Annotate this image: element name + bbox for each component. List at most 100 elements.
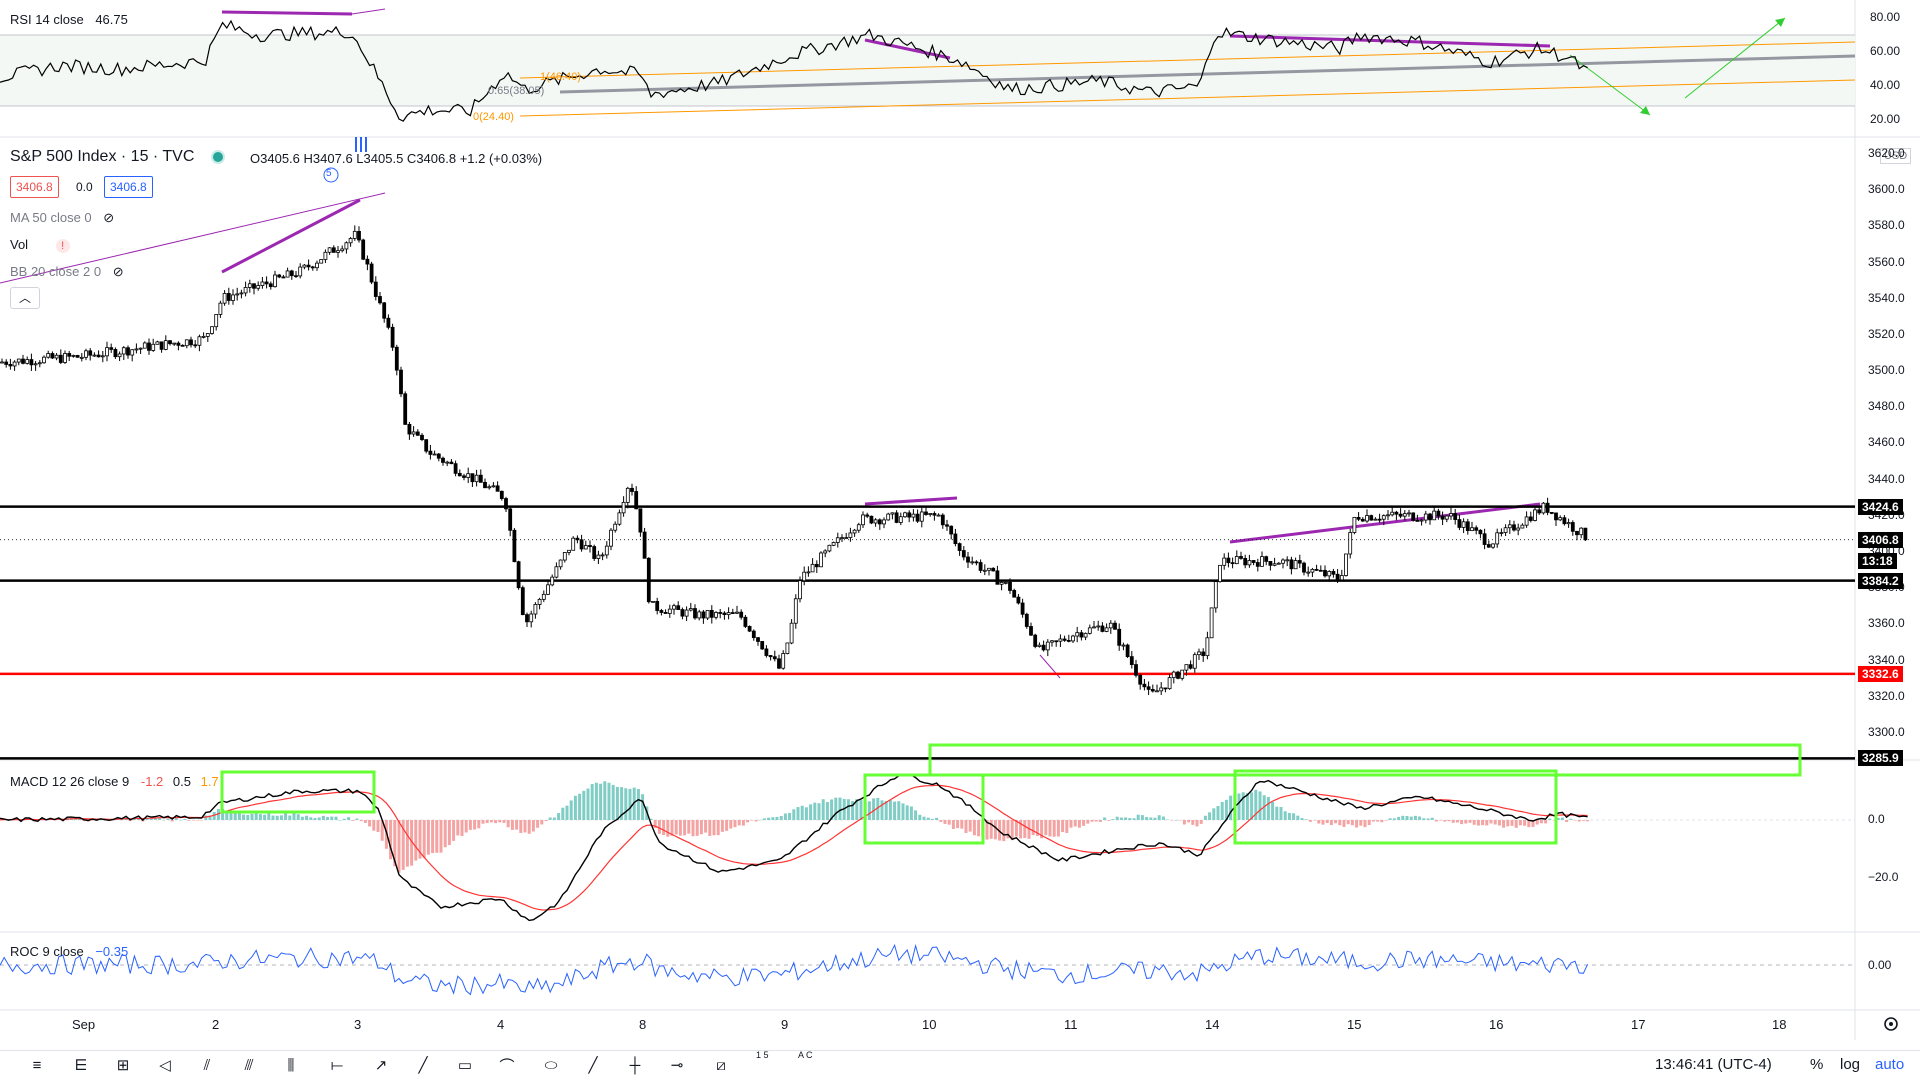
candle-body	[441, 457, 445, 463]
macd-hist-bar	[1212, 808, 1216, 820]
macd-hist-bar	[447, 820, 451, 846]
xabcd-pattern-tool-icon[interactable]: ⧄	[708, 1052, 734, 1078]
time-axis-label: 10	[922, 1017, 937, 1032]
warning-icon[interactable]: !	[55, 239, 70, 253]
candle-body	[415, 431, 420, 436]
pitchfork-tool-icon[interactable]: ⋿	[68, 1052, 94, 1078]
candle-body	[1184, 664, 1189, 671]
macd-axis-label: 0.0	[1868, 812, 1885, 826]
macd-hist-bar	[729, 820, 733, 829]
collapse-chevron-up-icon[interactable]: ︿	[10, 287, 40, 309]
candle-body	[1512, 524, 1516, 531]
path-tool-icon[interactable]: ⌒	[494, 1052, 520, 1078]
candle-body	[1562, 517, 1567, 525]
ellipse-tool-icon[interactable]: ⬭	[538, 1052, 564, 1078]
macd-hist-bar	[1178, 820, 1182, 821]
candle-body	[491, 485, 496, 488]
log-toggle[interactable]: log	[1840, 1056, 1860, 1073]
candle-body	[525, 614, 529, 623]
candle-body	[1524, 516, 1529, 526]
macd-hist-bar	[1523, 820, 1527, 826]
macd-hist-bar	[405, 820, 409, 867]
ma-legend[interactable]: MA 50 close 0 ⊘	[10, 210, 114, 226]
symbol-title[interactable]: S&P 500 Index · 15 · TVC	[10, 148, 225, 166]
candle-body	[1528, 516, 1533, 521]
candle-body	[310, 266, 315, 269]
hide-eye-icon[interactable]: ⊘	[103, 210, 114, 225]
horizontal-line-tool-icon[interactable]: ⊸	[664, 1052, 690, 1078]
sell-button[interactable]: 3406.8	[10, 176, 59, 198]
macd-hist-bar	[254, 812, 258, 820]
candle-body	[399, 369, 403, 395]
clock[interactable]: 13:46:41 (UTC-4)	[1655, 1056, 1772, 1073]
price-divergence-line	[1229, 502, 1541, 544]
candle-body	[1302, 562, 1306, 573]
candle-body	[210, 326, 214, 334]
macd-hist-bar	[309, 817, 313, 820]
macd-hist-bar	[1086, 820, 1090, 824]
candle-body	[764, 648, 769, 656]
open-label: O	[250, 151, 261, 166]
horizontal-ray-tool-icon[interactable]: ⟝	[324, 1052, 350, 1078]
percent-toggle[interactable]: %	[1810, 1056, 1823, 1073]
line-tool-icon[interactable]: ╱	[580, 1052, 606, 1078]
macd-hist-bar	[893, 801, 897, 820]
macd-hist-bar	[935, 817, 939, 820]
bb-legend[interactable]: BB 20 close 2 0 ⊘	[10, 264, 124, 280]
elliott-wave-label: 1 5	[756, 1050, 769, 1060]
vertical-line-tool-icon[interactable]: ┼	[622, 1052, 648, 1078]
rectangle-tool-icon[interactable]: ▭	[452, 1052, 478, 1078]
roc-legend[interactable]: ROC 9 close −0.35	[10, 944, 128, 959]
macd-hist-bar	[288, 815, 292, 820]
candle-body	[546, 584, 550, 595]
fib-channel-tool-icon[interactable]: ⫻	[236, 1052, 262, 1078]
candle-body	[953, 533, 958, 545]
rsi-axis-label: 20.00	[1870, 112, 1901, 126]
macd-hist-bar	[477, 820, 481, 829]
low-value: 3405.5	[363, 151, 404, 166]
macd-hist-bar	[1325, 820, 1329, 824]
vol-legend[interactable]: Vol !	[10, 237, 70, 253]
candle-body	[394, 346, 399, 371]
triangle-pattern-tool-icon[interactable]: ◁	[152, 1052, 178, 1078]
arrow-tool-icon[interactable]: ↗	[368, 1052, 394, 1078]
horizontal-lines-tool-icon[interactable]: ≡	[24, 1052, 50, 1078]
candle-body	[1276, 562, 1281, 565]
rsi-legend[interactable]: RSI 14 close 46.75	[10, 12, 128, 27]
trend-line-tool-icon[interactable]: ╱	[410, 1052, 436, 1078]
candle-body	[957, 543, 962, 551]
macd-hist-bar	[1518, 820, 1522, 826]
time-axis-label: 3	[354, 1017, 362, 1032]
macd-hist-bar	[1132, 818, 1136, 820]
macd-hist-bar	[880, 800, 884, 820]
price-axis-label: 3460.0	[1868, 435, 1905, 450]
auto-toggle[interactable]: auto	[1875, 1056, 1904, 1073]
macd-hist-bar	[1216, 806, 1220, 820]
macd-legend[interactable]: MACD 12 26 close 9 -1.2 0.5 1.7	[10, 774, 219, 789]
macd-hist-bar	[725, 820, 729, 831]
bar-pattern-tool-icon[interactable]: ⫼	[278, 1052, 304, 1078]
candle-body	[1352, 516, 1357, 533]
hide-eye-icon[interactable]: ⊘	[113, 264, 124, 279]
macd-hist-bar	[888, 800, 892, 820]
candle-body	[1402, 513, 1407, 517]
candle-body	[33, 363, 38, 366]
candle-body	[646, 557, 651, 603]
candle-body	[869, 515, 874, 524]
parallel-channel-tool-icon[interactable]: ⫽	[194, 1052, 220, 1078]
candle-body	[688, 608, 693, 611]
candle-body	[1310, 568, 1315, 573]
macd-hist-bar	[762, 818, 766, 820]
macd-hist-bar	[1065, 820, 1069, 834]
macd-axis-label: −20.0	[1868, 870, 1899, 884]
candle-body	[1234, 556, 1239, 565]
long-position-tool-icon[interactable]: ⊞	[110, 1052, 136, 1078]
macd-hist-bar	[1455, 820, 1459, 823]
buy-button[interactable]: 3406.8	[104, 176, 153, 198]
candle-body	[625, 487, 630, 503]
macd-hist-bar	[195, 820, 199, 821]
macd-hist-bar	[1544, 820, 1548, 824]
settings-gear-icon[interactable]	[1884, 1017, 1898, 1031]
candle-body	[1125, 644, 1130, 658]
candle-body	[735, 611, 739, 614]
